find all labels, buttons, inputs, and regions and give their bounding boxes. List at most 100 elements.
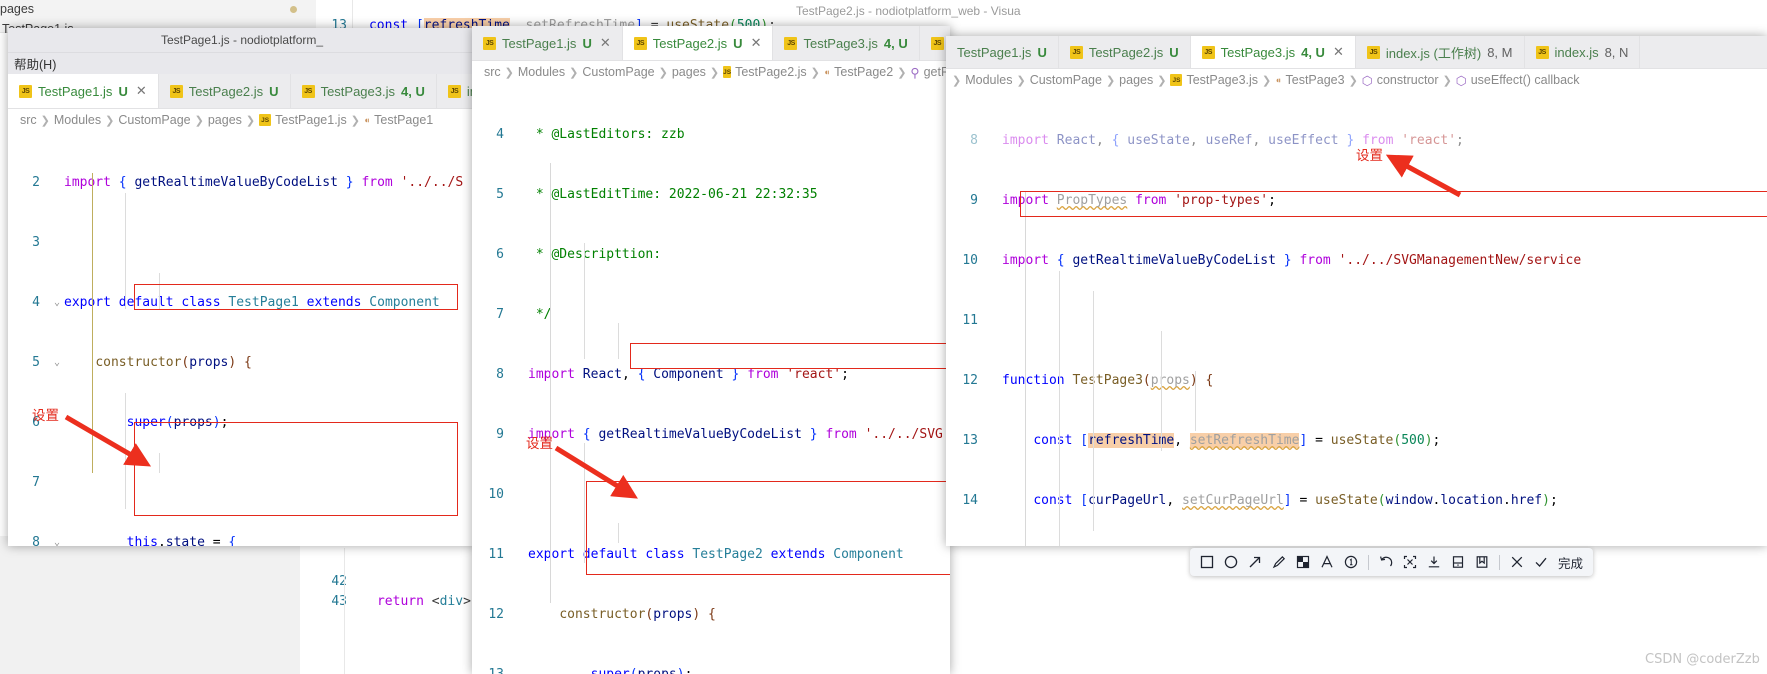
window1-menubar[interactable]: 帮助(H): [8, 53, 476, 74]
ellipse-icon[interactable]: [1220, 551, 1242, 573]
breadcrumb-pages[interactable]: pages: [208, 113, 242, 127]
tab-testpage1[interactable]: JS TestPage1.js U ✕: [472, 26, 623, 60]
breadcrumb-pages[interactable]: pages: [1119, 73, 1153, 87]
text-icon[interactable]: [1316, 551, 1338, 573]
code-line[interactable]: 12 constructor(props) {: [472, 605, 950, 625]
window3-tabstrip[interactable]: TestPage1.js U JS TestPage2.js U JS Test…: [946, 36, 1767, 69]
breadcrumb-modules[interactable]: Modules: [965, 73, 1012, 87]
tab-testpage1[interactable]: TestPage1.js U: [946, 36, 1059, 68]
indent-guide: [1093, 291, 1094, 531]
pin-icon[interactable]: [1447, 551, 1469, 573]
annotation-label-w2: 设置: [526, 436, 553, 452]
window-testpage3[interactable]: TestPage1.js U JS TestPage2.js U JS Test…: [946, 36, 1767, 546]
tab-dirty-badge: 4, U: [401, 83, 425, 99]
code-line[interactable]: 12 function TestPage3(props) {: [946, 371, 1767, 391]
code-line[interactable]: ●4⌄export default class TestPage1 extend…: [8, 293, 476, 313]
code-line[interactable]: 6 super(props);: [8, 413, 476, 433]
breadcrumb-custompage[interactable]: CustomPage: [1030, 73, 1102, 87]
undo-icon[interactable]: [1375, 551, 1397, 573]
code-line[interactable]: 11: [946, 311, 1767, 331]
indent-guide: [584, 243, 585, 359]
tab-testpage2[interactable]: JS TestPage2.js U: [158, 74, 291, 108]
tab-testpage2[interactable]: JS TestPage2.js U ✕: [622, 26, 774, 60]
breadcrumb-src[interactable]: src: [484, 65, 501, 79]
confirm-icon[interactable]: [1530, 551, 1552, 573]
code-line[interactable]: 7: [8, 473, 476, 493]
code-line[interactable]: 13 super(props);: [472, 665, 950, 674]
tab-testpage3[interactable]: JS TestPage3.js 4, U: [290, 74, 437, 108]
window1-tabstrip[interactable]: JS TestPage1.js U ✕ JS TestPage2.js U JS…: [8, 74, 476, 109]
tab-testpage2[interactable]: JS TestPage2.js U: [1058, 36, 1191, 68]
tab-dirty-badge: 4, U: [1301, 44, 1325, 60]
code-line[interactable]: 9import PropTypes from 'prop-types';: [946, 191, 1767, 211]
tab-indexjs[interactable]: JS index.js: [436, 74, 476, 108]
screenshot-toolbar[interactable]: 完成: [1190, 548, 1594, 576]
breadcrumb-file[interactable]: TestPage2.js: [735, 65, 807, 79]
code-line[interactable]: 10: [472, 485, 950, 505]
window1-code-area[interactable]: 2 import { getRealtimeValueByCodeList } f…: [8, 131, 476, 546]
tab-indexjs-worktree[interactable]: JS index.js (工作树) 8, M: [1355, 36, 1525, 68]
code-line[interactable]: 5 * @LastEditTime: 2022-06-21 22:32:35: [472, 185, 950, 205]
tab-dirty-badge: U: [733, 35, 743, 51]
code-line[interactable]: 11 export default class TestPage2 extends…: [472, 545, 950, 565]
breadcrumb-class[interactable]: TestPage2: [834, 65, 893, 79]
tab-indexjs[interactable]: JS index.js 8, N: [1524, 36, 1641, 68]
window3-breadcrumb[interactable]: ❯ Modules ❯ CustomPage ❯ pages ❯ JS TestPag…: [946, 69, 1767, 91]
code-line[interactable]: 3: [8, 233, 476, 253]
window-testpage1[interactable]: TestPage1.js - nodiotplatform_ 帮助(H) JS …: [8, 28, 476, 546]
done-button[interactable]: 完成: [1554, 553, 1587, 572]
code-line[interactable]: 8 import React, { Component } from 'react…: [472, 365, 950, 385]
code-line[interactable]: 8 ⌄ this.state = {: [8, 533, 476, 546]
breadcrumb-callback[interactable]: useEffect() callback: [1471, 73, 1580, 87]
window2-breadcrumb[interactable]: src ❯ Modules ❯ CustomPage ❯ pages ❯ JS Test…: [472, 61, 950, 83]
tab-label: TestPage3.js: [1220, 44, 1296, 60]
download-icon[interactable]: [1423, 551, 1445, 573]
bookmark-icon[interactable]: [1471, 551, 1493, 573]
code-line[interactable]: 4 * @LastEditors: zzb: [472, 125, 950, 145]
breadcrumb-modules[interactable]: Modules: [54, 113, 101, 127]
breadcrumb-symbol[interactable]: TestPage1: [374, 113, 433, 127]
ocr-icon[interactable]: [1399, 551, 1421, 573]
close-icon[interactable]: ✕: [1333, 44, 1344, 60]
breadcrumb-constructor[interactable]: constructor: [1377, 73, 1439, 87]
close-icon[interactable]: ✕: [136, 83, 147, 99]
menu-help[interactable]: 帮助(H): [14, 54, 56, 73]
pencil-icon[interactable]: [1268, 551, 1290, 573]
breadcrumb-src[interactable]: src: [20, 113, 37, 127]
indent-guide: [618, 323, 619, 359]
close-icon[interactable]: ✕: [600, 35, 611, 51]
window2-tabstrip[interactable]: JS TestPage1.js U ✕ JS TestPage2.js U ✕ …: [472, 26, 950, 61]
js-file-icon: JS: [784, 36, 798, 50]
js-file-icon: JS: [483, 36, 496, 50]
window-testpage2[interactable]: JS TestPage1.js U ✕ JS TestPage2.js U ✕ …: [472, 26, 950, 674]
tab-extra-badge: 8, M: [1487, 44, 1513, 60]
breadcrumb-custompage[interactable]: CustomPage: [118, 113, 190, 127]
breadcrumb-file[interactable]: TestPage3.js: [1186, 73, 1258, 87]
arrow-icon[interactable]: [1244, 551, 1266, 573]
code-line[interactable]: 13 const [refreshTime, setRefreshTime] =…: [946, 431, 1767, 451]
code-line[interactable]: 5 ⌄ constructor(props) {: [8, 353, 476, 373]
breadcrumb-custompage[interactable]: CustomPage: [582, 65, 654, 79]
indent-guide: [1161, 331, 1162, 451]
breadcrumb-function[interactable]: TestPage3: [1286, 73, 1345, 87]
js-file-icon: JS: [301, 84, 315, 98]
toolbar-divider: [1499, 554, 1500, 570]
code-line[interactable]: 14 const [curPageUrl, setCurPageUrl] = u…: [946, 491, 1767, 511]
tab-testpage3[interactable]: JS TestPage3.js 4, U: [773, 26, 920, 60]
code-line[interactable]: 10import { getRealtimeValueByCodeList } …: [946, 251, 1767, 271]
mosaic-icon[interactable]: [1292, 551, 1314, 573]
tab-testpage3[interactable]: JS TestPage3.js 4, U ✕: [1190, 36, 1356, 68]
code-line[interactable]: 6 * @Descripttion:: [472, 245, 950, 265]
number-icon[interactable]: [1340, 551, 1362, 573]
window1-breadcrumb[interactable]: src ❯ Modules ❯ CustomPage ❯ pages ❯ JS Test…: [8, 109, 476, 131]
close-icon[interactable]: ✕: [751, 35, 762, 51]
breadcrumb-modules[interactable]: Modules: [518, 65, 565, 79]
window2-code-area[interactable]: 4 * @LastEditors: zzb 5 * @LastEditTime:…: [472, 83, 950, 674]
breadcrumb-file[interactable]: TestPage1.js: [275, 113, 347, 127]
code-line[interactable]: 2 import { getRealtimeValueByCodeList } f…: [8, 173, 476, 193]
code-line[interactable]: 7 */: [472, 305, 950, 325]
cancel-icon[interactable]: [1506, 551, 1528, 573]
rect-icon[interactable]: [1196, 551, 1218, 573]
tab-testpage1[interactable]: JS TestPage1.js U ✕: [8, 74, 159, 108]
breadcrumb-pages[interactable]: pages: [672, 65, 706, 79]
